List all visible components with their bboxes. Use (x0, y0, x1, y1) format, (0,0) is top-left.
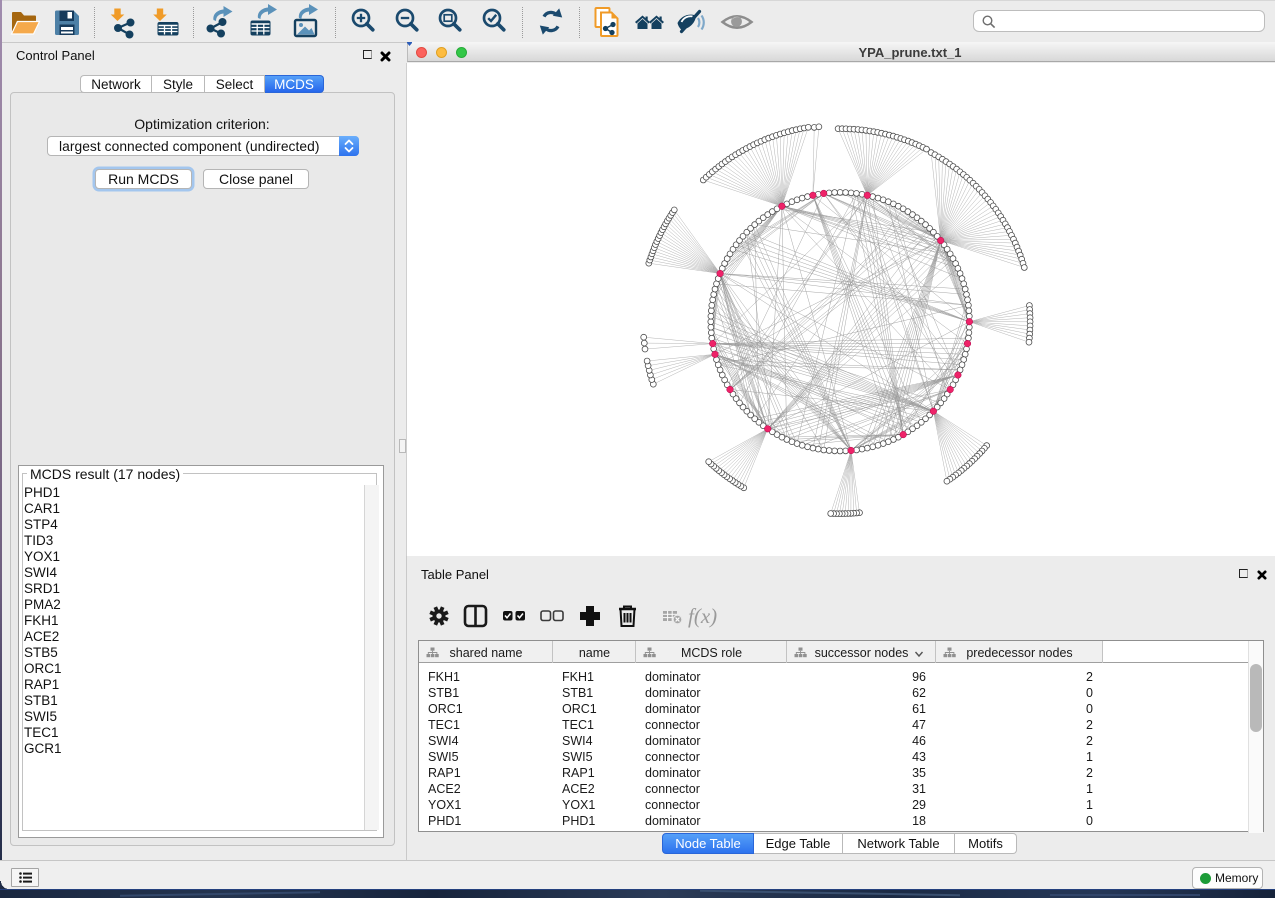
svg-text:f(x): f(x) (688, 604, 717, 628)
